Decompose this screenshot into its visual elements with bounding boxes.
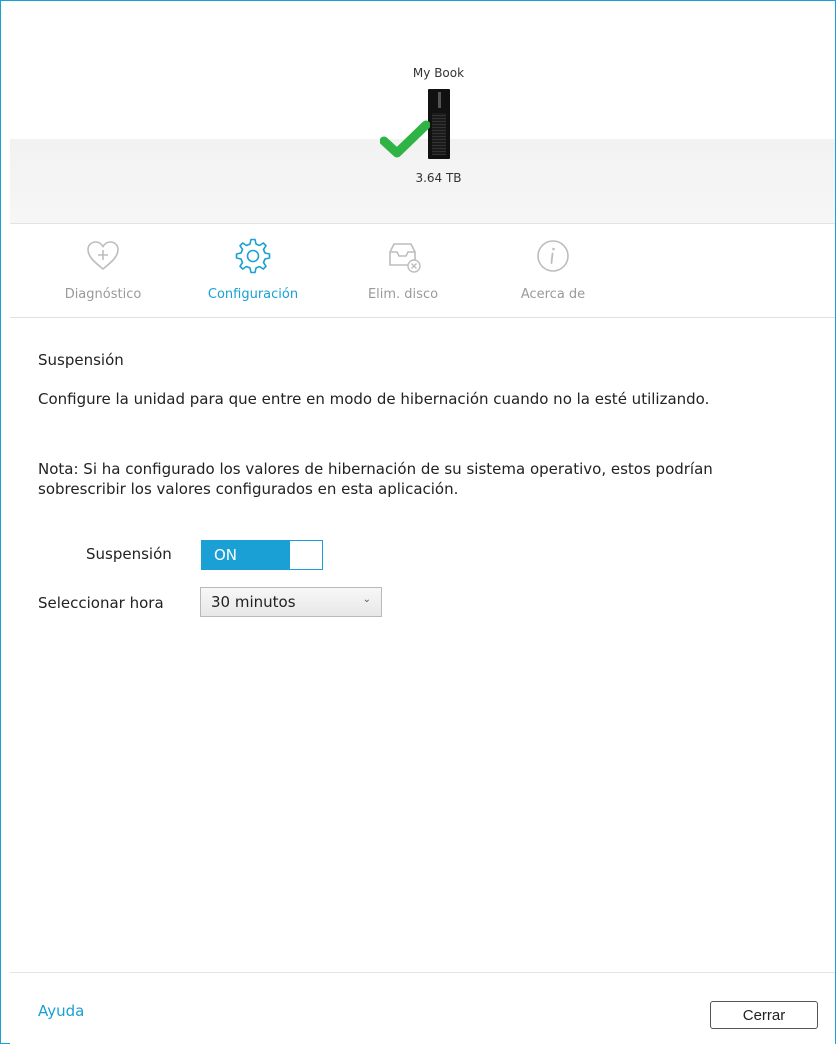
section-title: Suspensión	[38, 351, 124, 369]
note-text: Nota: Si ha configurado los valores de h…	[38, 460, 713, 498]
time-select[interactable]: 30 minutos ⌄	[200, 587, 382, 617]
device-capacity: 3.64 TB	[415, 171, 462, 185]
dialog-window: My Book 3.64 TB Diagnóstico Configuració…	[0, 0, 836, 1044]
sleep-label: Suspensión	[86, 545, 172, 563]
tab-configuracion[interactable]: Configuración	[188, 224, 318, 317]
tab-elim-disco[interactable]: Elim. disco	[338, 224, 468, 317]
close-button[interactable]: Cerrar	[710, 1001, 818, 1029]
status-check-icon	[380, 120, 430, 158]
drive-image[interactable]	[428, 89, 450, 159]
sleep-toggle[interactable]: ON	[201, 540, 323, 570]
dialog-footer: Ayuda Cerrar	[10, 972, 835, 1044]
description-text: Configure la unidad para que entre en mo…	[38, 390, 710, 408]
chevron-down-icon: ⌄	[362, 594, 371, 605]
time-select-value: 30 minutos	[211, 593, 296, 611]
tab-acerca-de[interactable]: Acerca de	[488, 224, 618, 317]
device-header: My Book 3.64 TB	[10, 1, 835, 224]
tab-diagnostico[interactable]: Diagnóstico	[38, 224, 168, 317]
tab-configuracion-label: Configuración	[207, 287, 299, 302]
device-name: My Book	[412, 66, 465, 80]
heart-plus-icon	[87, 241, 119, 271]
help-link[interactable]: Ayuda	[38, 1002, 84, 1020]
gear-icon	[235, 238, 271, 274]
tab-acerca-de-label: Acerca de	[520, 287, 586, 302]
tray-erase-icon	[389, 243, 421, 273]
tab-bar: Diagnóstico Configuración Elim. disco Ac…	[10, 224, 835, 318]
tab-elim-disco-label: Elim. disco	[367, 287, 439, 302]
info-icon	[537, 240, 569, 272]
tab-diagnostico-label: Diagnóstico	[64, 287, 142, 302]
time-select-label: Seleccionar hora	[38, 594, 164, 612]
sleep-toggle-state: ON	[202, 541, 290, 569]
